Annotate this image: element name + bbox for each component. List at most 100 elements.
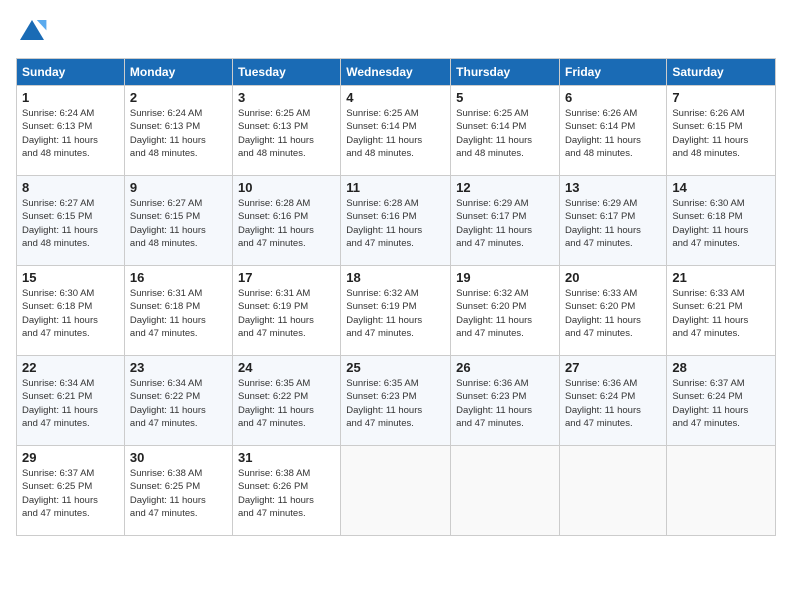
calendar-cell: 29 Sunrise: 6:37 AM Sunset: 6:25 PM Dayli… [17, 446, 125, 536]
day-number: 5 [456, 90, 554, 105]
day-number: 21 [672, 270, 770, 285]
day-info: Sunrise: 6:29 AM Sunset: 6:17 PM Dayligh… [456, 197, 554, 250]
calendar-cell: 28Sunrise: 6:37 AM Sunset: 6:24 PM Dayli… [667, 356, 776, 446]
day-number: 1 [22, 90, 119, 105]
week-row-2: 8 Sunrise: 6:27 AM Sunset: 6:15 PM Daylig… [17, 176, 776, 266]
calendar-cell: 5 Sunrise: 6:25 AM Sunset: 6:14 PM Daylig… [451, 86, 560, 176]
day-number: 8 [22, 180, 119, 195]
calendar-cell: 17Sunrise: 6:31 AM Sunset: 6:19 PM Dayli… [232, 266, 340, 356]
day-info: Sunrise: 6:34 AM Sunset: 6:21 PM Dayligh… [22, 377, 119, 430]
day-info: Sunrise: 6:28 AM Sunset: 6:16 PM Dayligh… [346, 197, 445, 250]
calendar-cell: 23 Sunrise: 6:34 AM Sunset: 6:22 PM Dayli… [124, 356, 232, 446]
day-number: 14 [672, 180, 770, 195]
day-number: 23 [130, 360, 227, 375]
day-info: Sunrise: 6:36 AM Sunset: 6:24 PM Dayligh… [565, 377, 661, 430]
calendar-cell: 26 Sunrise: 6:36 AM Sunset: 6:23 PM Dayli… [451, 356, 560, 446]
day-number: 24 [238, 360, 335, 375]
day-info: Sunrise: 6:37 AM Sunset: 6:25 PM Dayligh… [22, 467, 119, 520]
weekday-monday: Monday [124, 59, 232, 86]
day-info: Sunrise: 6:29 AM Sunset: 6:17 PM Dayligh… [565, 197, 661, 250]
weekday-sunday: Sunday [17, 59, 125, 86]
calendar-cell: 10 Sunrise: 6:28 AM Sunset: 6:16 PM Dayli… [232, 176, 340, 266]
weekday-tuesday: Tuesday [232, 59, 340, 86]
day-number: 4 [346, 90, 445, 105]
day-info: Sunrise: 6:25 AM Sunset: 6:14 PM Dayligh… [346, 107, 445, 160]
calendar-cell: 11 Sunrise: 6:28 AM Sunset: 6:16 PM Dayli… [341, 176, 451, 266]
day-number: 11 [346, 180, 445, 195]
calendar-cell: 22 Sunrise: 6:34 AM Sunset: 6:21 PM Dayli… [17, 356, 125, 446]
calendar-cell: 30Sunrise: 6:38 AM Sunset: 6:25 PM Dayli… [124, 446, 232, 536]
day-number: 2 [130, 90, 227, 105]
day-number: 17 [238, 270, 335, 285]
logo-icon [16, 16, 48, 48]
calendar-cell: 3Sunrise: 6:25 AM Sunset: 6:13 PM Daylig… [232, 86, 340, 176]
day-info: Sunrise: 6:26 AM Sunset: 6:15 PM Dayligh… [672, 107, 770, 160]
calendar-cell: 19 Sunrise: 6:32 AM Sunset: 6:20 PM Dayli… [451, 266, 560, 356]
day-number: 18 [346, 270, 445, 285]
calendar-cell: 16 Sunrise: 6:31 AM Sunset: 6:18 PM Dayli… [124, 266, 232, 356]
calendar-cell: 27 Sunrise: 6:36 AM Sunset: 6:24 PM Dayli… [560, 356, 667, 446]
day-info: Sunrise: 6:35 AM Sunset: 6:22 PM Dayligh… [238, 377, 335, 430]
day-info: Sunrise: 6:30 AM Sunset: 6:18 PM Dayligh… [672, 197, 770, 250]
day-info: Sunrise: 6:38 AM Sunset: 6:26 PM Dayligh… [238, 467, 335, 520]
calendar-cell: 21 Sunrise: 6:33 AM Sunset: 6:21 PM Dayli… [667, 266, 776, 356]
day-info: Sunrise: 6:26 AM Sunset: 6:14 PM Dayligh… [565, 107, 661, 160]
day-number: 26 [456, 360, 554, 375]
day-number: 19 [456, 270, 554, 285]
day-number: 27 [565, 360, 661, 375]
day-info: Sunrise: 6:24 AM Sunset: 6:13 PM Dayligh… [130, 107, 227, 160]
calendar-cell: 20 Sunrise: 6:33 AM Sunset: 6:20 PM Dayli… [560, 266, 667, 356]
calendar-cell [341, 446, 451, 536]
day-number: 29 [22, 450, 119, 465]
calendar-cell: 24 Sunrise: 6:35 AM Sunset: 6:22 PM Dayli… [232, 356, 340, 446]
calendar-cell [560, 446, 667, 536]
day-info: Sunrise: 6:32 AM Sunset: 6:20 PM Dayligh… [456, 287, 554, 340]
calendar-cell: 7Sunrise: 6:26 AM Sunset: 6:15 PM Daylig… [667, 86, 776, 176]
calendar-cell: 14 Sunrise: 6:30 AM Sunset: 6:18 PM Dayli… [667, 176, 776, 266]
calendar-cell: 1Sunrise: 6:24 AM Sunset: 6:13 PM Daylig… [17, 86, 125, 176]
weekday-thursday: Thursday [451, 59, 560, 86]
page-header [16, 16, 776, 48]
calendar-cell: 12 Sunrise: 6:29 AM Sunset: 6:17 PM Dayli… [451, 176, 560, 266]
day-info: Sunrise: 6:36 AM Sunset: 6:23 PM Dayligh… [456, 377, 554, 430]
week-row-5: 29 Sunrise: 6:37 AM Sunset: 6:25 PM Dayli… [17, 446, 776, 536]
day-number: 20 [565, 270, 661, 285]
day-number: 30 [130, 450, 227, 465]
day-number: 13 [565, 180, 661, 195]
day-number: 22 [22, 360, 119, 375]
calendar-table: SundayMondayTuesdayWednesdayThursdayFrid… [16, 58, 776, 536]
day-number: 12 [456, 180, 554, 195]
week-row-3: 15 Sunrise: 6:30 AM Sunset: 6:18 PM Dayli… [17, 266, 776, 356]
day-info: Sunrise: 6:30 AM Sunset: 6:18 PM Dayligh… [22, 287, 119, 340]
calendar-cell: 6Sunrise: 6:26 AM Sunset: 6:14 PM Daylig… [560, 86, 667, 176]
calendar-cell: 2 Sunrise: 6:24 AM Sunset: 6:13 PM Daylig… [124, 86, 232, 176]
calendar-cell [451, 446, 560, 536]
weekday-friday: Friday [560, 59, 667, 86]
day-number: 15 [22, 270, 119, 285]
calendar-cell: 25Sunrise: 6:35 AM Sunset: 6:23 PM Dayli… [341, 356, 451, 446]
day-info: Sunrise: 6:28 AM Sunset: 6:16 PM Dayligh… [238, 197, 335, 250]
day-number: 25 [346, 360, 445, 375]
week-row-4: 22 Sunrise: 6:34 AM Sunset: 6:21 PM Dayli… [17, 356, 776, 446]
weekday-header-row: SundayMondayTuesdayWednesdayThursdayFrid… [17, 59, 776, 86]
day-info: Sunrise: 6:27 AM Sunset: 6:15 PM Dayligh… [22, 197, 119, 250]
day-number: 9 [130, 180, 227, 195]
day-number: 28 [672, 360, 770, 375]
day-number: 10 [238, 180, 335, 195]
week-row-1: 1 Sunrise: 6:24 AM Sunset: 6:13 PM Daylig… [17, 86, 776, 176]
calendar-cell: 15 Sunrise: 6:30 AM Sunset: 6:18 PM Dayli… [17, 266, 125, 356]
day-info: Sunrise: 6:33 AM Sunset: 6:21 PM Dayligh… [672, 287, 770, 340]
weekday-saturday: Saturday [667, 59, 776, 86]
day-number: 16 [130, 270, 227, 285]
calendar-cell: 18 Sunrise: 6:32 AM Sunset: 6:19 PM Dayli… [341, 266, 451, 356]
day-info: Sunrise: 6:27 AM Sunset: 6:15 PM Dayligh… [130, 197, 227, 250]
day-info: Sunrise: 6:25 AM Sunset: 6:14 PM Dayligh… [456, 107, 554, 160]
day-info: Sunrise: 6:33 AM Sunset: 6:20 PM Dayligh… [565, 287, 661, 340]
calendar-cell: 31Sunrise: 6:38 AM Sunset: 6:26 PM Dayli… [232, 446, 340, 536]
day-info: Sunrise: 6:34 AM Sunset: 6:22 PM Dayligh… [130, 377, 227, 430]
day-info: Sunrise: 6:31 AM Sunset: 6:18 PM Dayligh… [130, 287, 227, 340]
day-number: 3 [238, 90, 335, 105]
day-info: Sunrise: 6:32 AM Sunset: 6:19 PM Dayligh… [346, 287, 445, 340]
calendar-cell [667, 446, 776, 536]
logo [16, 16, 52, 48]
